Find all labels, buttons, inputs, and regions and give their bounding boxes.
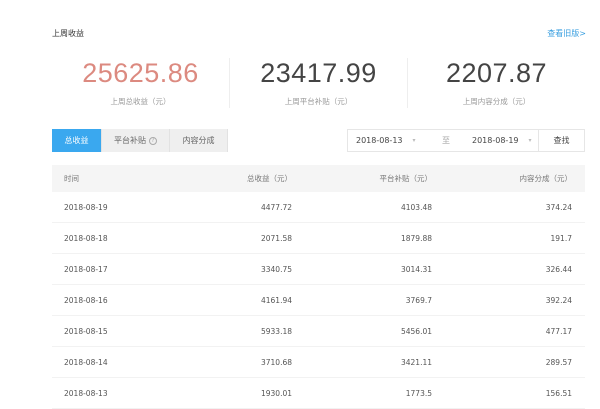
table-cell: 5456.01 <box>400 326 432 336</box>
table-cell: 374.24 <box>545 202 572 212</box>
view-old-version-link[interactable]: 查看旧版> <box>547 28 586 39</box>
column-header: 总收益（元） <box>247 174 292 183</box>
table-row: 2018-08-14 3710.68 3421.11 289.57 <box>52 347 585 378</box>
table-cell: 2018-08-18 <box>64 233 108 243</box>
table-row: 2018-08-18 2071.58 1879.88 191.7 <box>52 223 585 254</box>
search-button[interactable]: 查找 <box>538 130 584 151</box>
table-header: 时间 总收益（元） 平台补贴（元） 内容分成（元） <box>52 165 585 192</box>
table-row: 2018-08-15 5933.18 5456.01 477.17 <box>52 316 585 347</box>
table-cell: 3710.68 <box>260 357 292 367</box>
table-cell: 2018-08-16 <box>64 295 108 305</box>
tab-content-share[interactable]: 内容分成 <box>170 129 228 152</box>
table-cell: 3421.11 <box>400 357 432 367</box>
chevron-down-icon: ▾ <box>528 137 532 144</box>
date-range-picker: 2018-08-13 ▾ 至 2018-08-19 ▾ 查找 <box>347 129 585 152</box>
table-row: 2018-08-13 1930.01 1773.5 156.51 <box>52 378 585 409</box>
stat-content-share: 2207.87 上周内容分成（元） <box>408 58 585 108</box>
start-date: 2018-08-13 <box>356 136 403 145</box>
table-cell: 2071.58 <box>260 233 292 243</box>
table-cell: 1879.88 <box>400 233 432 243</box>
tab-label: 总收益 <box>64 136 89 145</box>
table-cell: 156.51 <box>545 388 572 398</box>
tab-label: 平台补贴 <box>114 136 146 145</box>
table-cell: 3340.75 <box>260 264 292 274</box>
table-cell: 1930.01 <box>260 388 292 398</box>
stats-summary: 25625.86 上周总收益（元） 23417.99 上周平台补贴（元） 220… <box>52 58 585 108</box>
earnings-table: 时间 总收益（元） 平台补贴（元） 内容分成（元） 2018-08-19 4477… <box>52 165 585 409</box>
table-cell: 5933.18 <box>260 326 292 336</box>
table-cell: 2018-08-14 <box>64 357 108 367</box>
table-cell: 2018-08-15 <box>64 326 108 336</box>
table-cell: 3769.7 <box>405 295 432 305</box>
table-cell: 4103.48 <box>400 202 432 212</box>
table-cell: 1773.5 <box>405 388 432 398</box>
table-row: 2018-08-16 4161.94 3769.7 392.24 <box>52 285 585 316</box>
table-cell: 2018-08-19 <box>64 202 108 212</box>
table-cell: 2018-08-13 <box>64 388 108 398</box>
stat-label: 上周平台补贴（元） <box>284 97 353 106</box>
column-header: 时间 <box>64 174 79 183</box>
section-title: 上周收益 <box>52 29 84 38</box>
chevron-down-icon: ▾ <box>412 137 416 144</box>
table-cell: 477.17 <box>545 326 572 336</box>
table-row: 2018-08-17 3340.75 3014.31 326.44 <box>52 254 585 285</box>
tabs: 总收益 平台补贴? 内容分成 <box>52 129 228 152</box>
stat-label: 上周总收益（元） <box>110 97 171 106</box>
end-date-select[interactable]: 2018-08-19 ▾ <box>472 136 532 145</box>
tab-platform-subsidy[interactable]: 平台补贴? <box>102 129 170 152</box>
stat-value: 25625.86 <box>82 58 199 88</box>
tab-total[interactable]: 总收益 <box>52 129 102 152</box>
end-date: 2018-08-19 <box>472 136 519 145</box>
table-cell: 3014.31 <box>400 264 432 274</box>
stat-value: 2207.87 <box>445 58 548 88</box>
table-cell: 2018-08-17 <box>64 264 108 274</box>
stat-label: 上周内容分成（元） <box>462 97 531 106</box>
column-header: 内容分成（元） <box>519 174 573 183</box>
help-icon[interactable]: ? <box>149 136 157 145</box>
start-date-select[interactable]: 2018-08-13 ▾ <box>356 136 434 145</box>
column-header: 平台补贴（元） <box>379 174 433 183</box>
table-cell: 392.24 <box>545 295 572 305</box>
stat-total: 25625.86 上周总收益（元） <box>52 58 230 108</box>
tab-label: 内容分成 <box>182 136 215 145</box>
table-cell: 4477.72 <box>260 202 292 212</box>
table-cell: 326.44 <box>545 264 572 274</box>
stat-platform-subsidy: 23417.99 上周平台补贴（元） <box>230 58 408 108</box>
table-cell: 289.57 <box>545 357 572 367</box>
table-row: 2018-08-19 4477.72 4103.48 374.24 <box>52 192 585 223</box>
date-separator: 至 <box>442 136 450 145</box>
table-cell: 191.7 <box>550 233 572 243</box>
stat-value: 23417.99 <box>260 58 377 88</box>
table-cell: 4161.94 <box>260 295 292 305</box>
